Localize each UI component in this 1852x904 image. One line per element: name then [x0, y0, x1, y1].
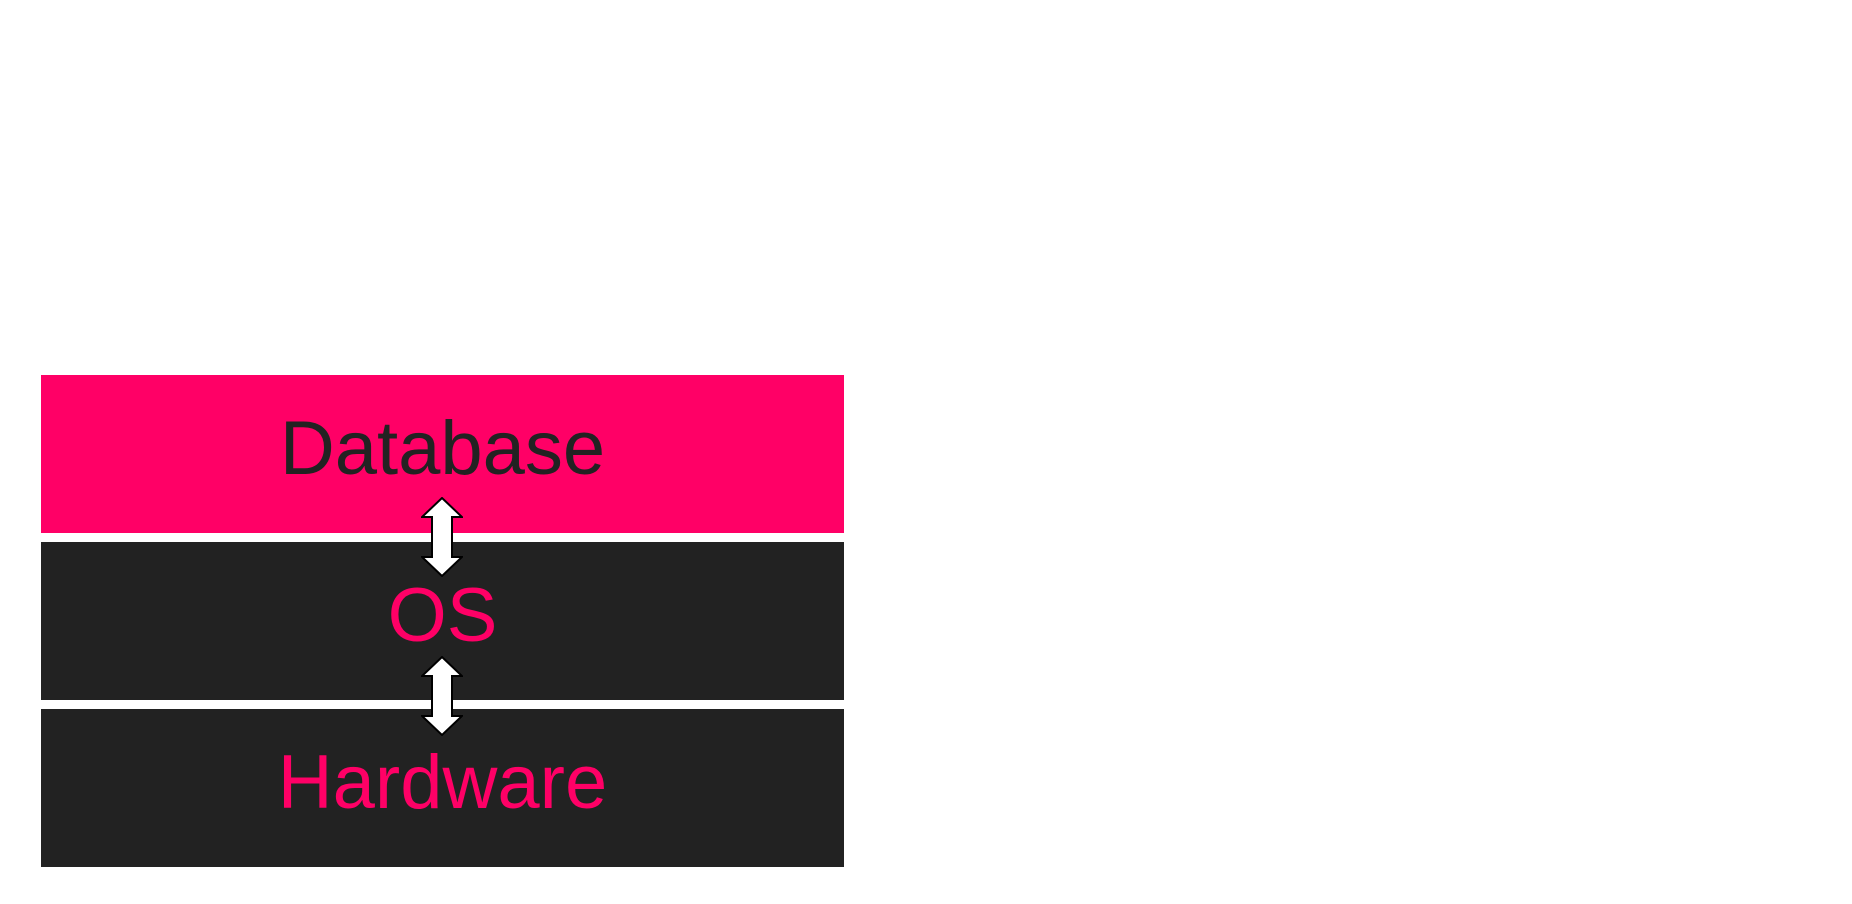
database-label: Database	[279, 406, 606, 491]
double-headed-arrow-icon	[421, 497, 463, 577]
layer-stack-diagram: Database OS Hardware	[0, 0, 1852, 904]
double-headed-arrow-icon	[421, 656, 463, 736]
os-label: OS	[387, 573, 498, 658]
hardware-label: Hardware	[277, 740, 608, 825]
